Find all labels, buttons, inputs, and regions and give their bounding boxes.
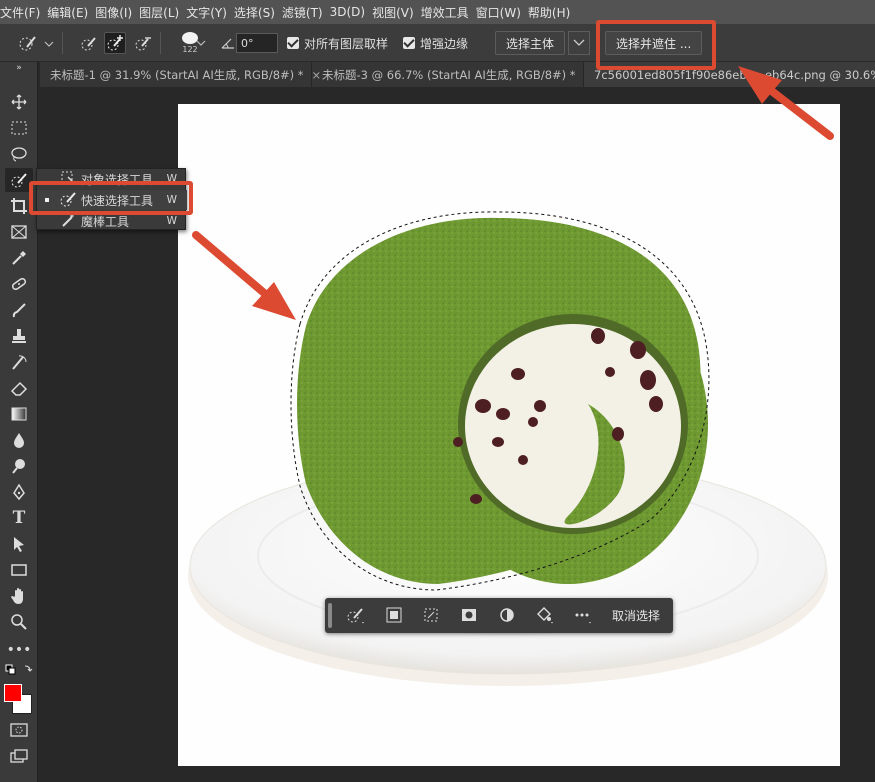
arrow-to-select-and-mask [738, 66, 834, 140]
photoshop-window: 文件(F) 编辑(E) 图像(I) 图层(L) 文字(Y) 选择(S) 滤镜(T… [0, 0, 875, 782]
annotation-arrows [192, 66, 834, 320]
arrow-to-selection [192, 231, 296, 320]
